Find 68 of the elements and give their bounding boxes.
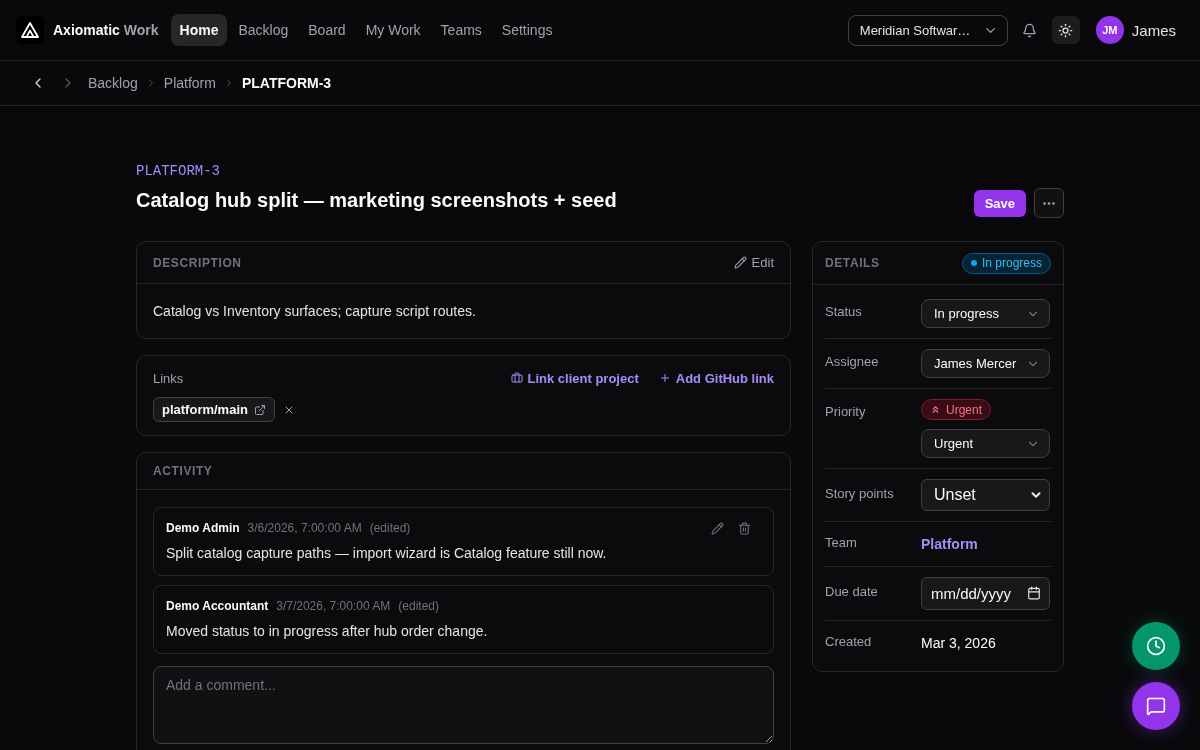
plus-icon xyxy=(658,372,671,384)
brand-link[interactable]: Axiomatic Work xyxy=(16,16,159,44)
edited-note: (edited) xyxy=(398,599,439,613)
logo-icon xyxy=(16,16,44,44)
add-link-button[interactable]: Add GitHub link xyxy=(652,367,780,389)
pencil-icon xyxy=(733,256,747,269)
select-field[interactable]: Unset xyxy=(921,479,1050,511)
user-avatar[interactable]: JM xyxy=(1095,16,1124,44)
comment-author: Demo Admin xyxy=(166,521,240,535)
field-label: Priority xyxy=(825,403,867,420)
select-field[interactable]: Urgent xyxy=(921,429,1050,458)
status-label: In progress xyxy=(981,256,1042,270)
external-link-icon xyxy=(253,403,266,416)
comment-time: 3/6/2026, 7:00:00 AM xyxy=(247,521,362,535)
field-label: Created xyxy=(825,633,873,650)
chat-button[interactable] xyxy=(1132,682,1180,730)
field-label: Story points xyxy=(825,485,895,502)
link-project-button[interactable]: Link client project xyxy=(504,367,645,389)
section-title: DETAILS xyxy=(825,256,880,270)
chat-icon xyxy=(1146,696,1166,716)
comment-time: 3/7/2026, 7:00:00 AM xyxy=(276,599,391,613)
nav-tab[interactable]: Teams xyxy=(431,14,491,46)
breadcrumb-link[interactable]: Platform xyxy=(163,75,216,91)
comment-text: Split catalog capture paths — import wizard is Catalog feature still now. xyxy=(166,544,608,563)
comment-text: Moved status to in progress after hub order change. xyxy=(166,622,489,641)
status-dot-icon xyxy=(970,260,977,266)
trash-icon[interactable] xyxy=(738,521,751,535)
field-label: Due date xyxy=(825,584,879,600)
calendar-icon xyxy=(1027,586,1041,600)
priority-label: Urgent xyxy=(946,402,983,417)
field-label: Status xyxy=(825,304,863,320)
sun-icon xyxy=(1058,22,1074,38)
select-field[interactable]: James Mercer xyxy=(921,349,1050,378)
description-text: Catalog vs Inventory surfaces; capture script routes. xyxy=(152,302,477,321)
date-field[interactable]: mm/dd/yyyy xyxy=(921,577,1050,610)
theme-toggle-button[interactable] xyxy=(1051,16,1080,44)
briefcase-icon xyxy=(510,372,523,384)
workspace-select[interactable]: Meridian Softwar… xyxy=(847,14,1008,46)
select-field[interactable]: In progress xyxy=(921,299,1050,328)
more-icon xyxy=(1043,201,1055,205)
breadcrumb-current: PLATFORM-3 xyxy=(241,75,332,91)
time-tracking-button[interactable] xyxy=(1132,622,1180,670)
comment-author: Demo Accountant xyxy=(166,599,269,613)
repo-link-chip[interactable]: platform/main xyxy=(153,397,275,422)
nav-tab[interactable]: Home xyxy=(170,14,228,46)
user-name: James xyxy=(1131,21,1176,39)
section-label: Links xyxy=(153,370,184,386)
chevrons-up-icon xyxy=(930,404,941,415)
nav-tab[interactable]: Board xyxy=(299,14,355,46)
field-label: Team xyxy=(825,534,858,551)
created-date: Mar 3, 2026 xyxy=(921,634,996,653)
breadcrumb-link[interactable]: Backlog xyxy=(88,75,138,91)
clock-icon xyxy=(1146,636,1166,656)
nav-tab[interactable]: Settings xyxy=(492,14,562,46)
edit-button[interactable]: Edit xyxy=(727,251,780,274)
nav-tab[interactable]: Backlog xyxy=(229,14,298,46)
section-title: ACTIVITY xyxy=(153,464,213,478)
pencil-icon[interactable] xyxy=(711,521,724,535)
team-link[interactable]: Platform xyxy=(921,532,978,556)
nav-tab[interactable]: My Work xyxy=(356,14,430,46)
comment-input[interactable]: Add a comment... xyxy=(153,666,774,744)
field-label: Assignee xyxy=(825,354,880,370)
issue-key: PLATFORM-3 xyxy=(136,161,617,181)
section-title: DESCRIPTION xyxy=(153,255,242,270)
bell-icon xyxy=(1022,22,1038,38)
edited-note: (edited) xyxy=(369,521,411,535)
save-button[interactable]: Save xyxy=(973,189,1026,217)
issue-title: Catalog hub split — marketing screenshots + seed xyxy=(136,188,617,213)
